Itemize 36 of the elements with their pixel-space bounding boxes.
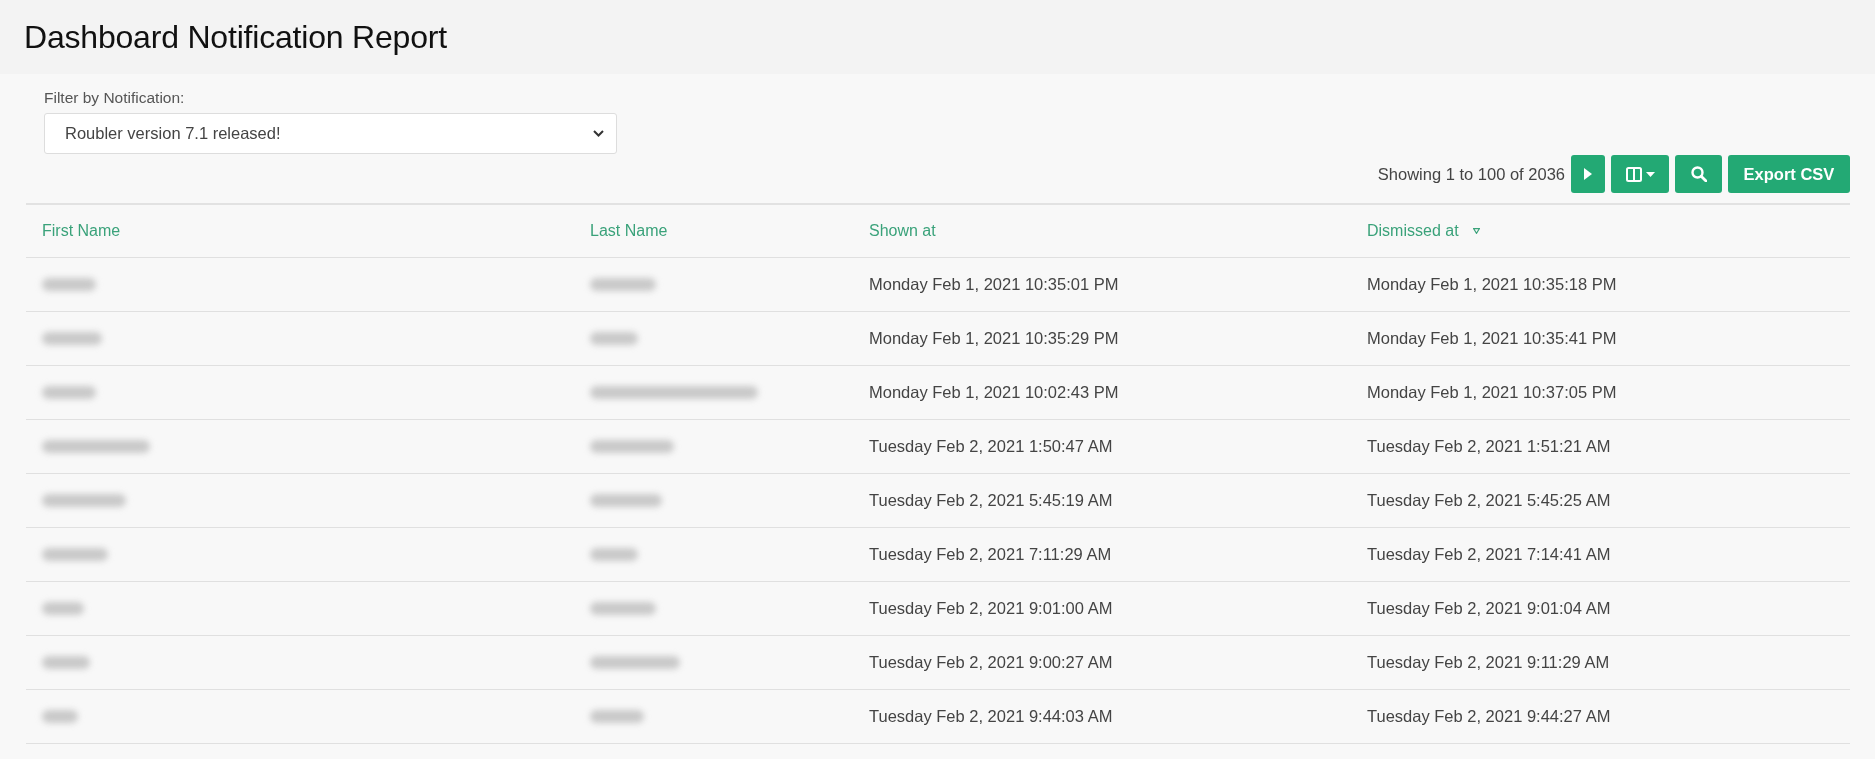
table-cell: Monday Feb 1, 2021 10:35:29 PM [869,329,1119,348]
table-cell: Tuesday Feb 2, 2021 5:45:25 AM [1367,491,1611,510]
table-cell: Tuesday Feb 2, 2021 9:44:27 AM [1367,707,1611,726]
table-cell: Monday Feb 1, 2021 10:35:41 PM [1367,329,1617,348]
table-cell: Tuesday Feb 2, 2021 9:01:04 AM [1367,599,1611,618]
table-cell: Tuesday Feb 2, 2021 1:51:21 AM [1367,437,1611,456]
table-cell: Tuesday Feb 2, 2021 5:45:19 AM [869,491,1113,510]
table-cell: Tuesday Feb 2, 2021 1:50:47 AM [869,437,1113,456]
columns-button[interactable] [1611,155,1669,193]
table-cell: Tuesday Feb 2, 2021 9:01:00 AM [869,599,1113,618]
column-header[interactable]: Dismissed at [1351,205,1850,257]
columns-icon [1625,166,1642,182]
column-header[interactable]: Shown at [853,205,1351,257]
chevron-down-icon [593,130,604,137]
column-header[interactable]: Last Name [574,205,853,257]
filter-label: Filter by Notification: [44,88,185,107]
table-cell: Monday Feb 1, 2021 10:35:18 PM [1367,275,1617,294]
table-cell: Monday Feb 1, 2021 10:02:43 PM [869,383,1119,402]
results-summary: Showing 1 to 100 of 2036 [1377,164,1565,184]
table-cell: Tuesday Feb 2, 2021 9:11:29 AM [1367,653,1610,672]
caret-down-icon [1645,171,1655,177]
play-icon [1584,168,1592,180]
table-cell: Monday Feb 1, 2021 10:35:01 PM [869,275,1119,294]
table-cell: Tuesday Feb 2, 2021 9:44:03 AM [869,707,1113,726]
export-csv-button[interactable]: Export CSV [1728,155,1850,193]
page-title: Dashboard Notification Report [24,18,447,56]
next-page-button[interactable] [1571,155,1605,193]
sort-triangle-icon [1472,228,1480,234]
table-cell: Tuesday Feb 2, 2021 7:14:41 AM [1367,545,1611,564]
notification-select[interactable]: Roubler version 7.1 released! [44,113,617,154]
table-cell: Monday Feb 1, 2021 10:37:05 PM [1367,383,1617,402]
search-icon [1690,166,1707,182]
table-cell: Tuesday Feb 2, 2021 9:00:27 AM [869,653,1113,672]
column-header[interactable]: First Name [26,205,574,257]
search-button[interactable] [1675,155,1722,193]
table-cell: Tuesday Feb 2, 2021 7:11:29 AM [869,545,1112,564]
